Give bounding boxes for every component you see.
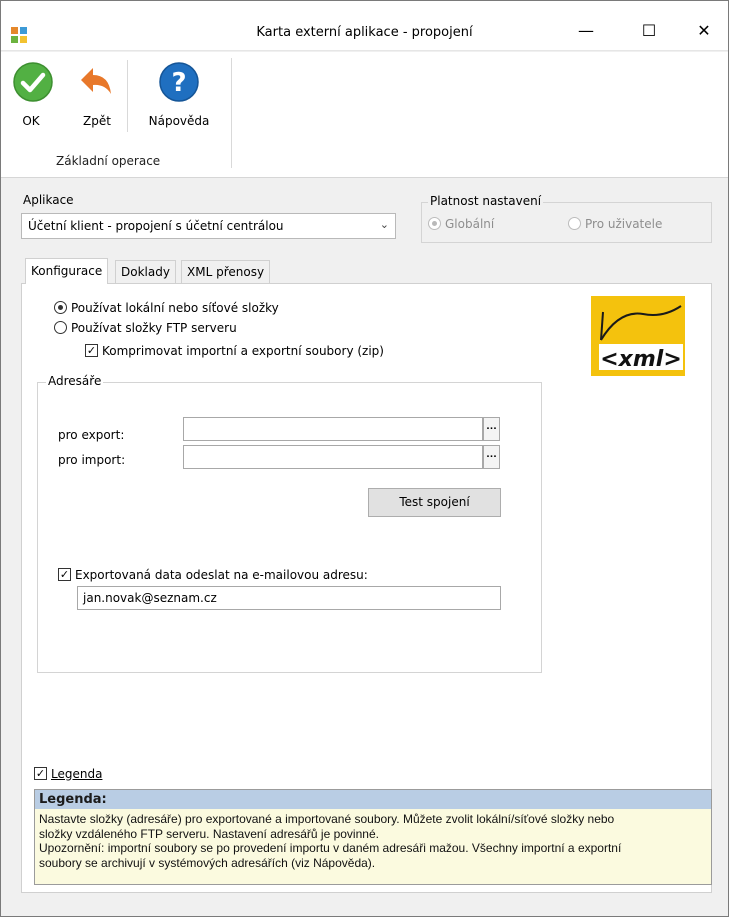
radio-indicator <box>54 301 67 314</box>
radio-ftp-folders[interactable]: Používat složky FTP serveru <box>54 320 237 335</box>
question-mark-icon: ? <box>157 60 201 104</box>
ok-label: OK <box>22 114 40 128</box>
legend-heading: Legenda: <box>35 790 711 809</box>
check-mark-icon: ✓ <box>85 344 98 357</box>
tab-xml-prenosy[interactable]: XML přenosy <box>181 260 271 283</box>
title-bar: Karta externí aplikace - propojení — ☐ ✕ <box>1 1 728 51</box>
platnost-legend: Platnost nastavení <box>428 194 544 208</box>
radio-indicator <box>54 321 67 334</box>
maximize-button[interactable]: ☐ <box>626 15 672 45</box>
ok-button[interactable]: OK <box>11 52 53 128</box>
ribbon-separator <box>127 60 128 132</box>
minimize-button[interactable]: — <box>563 15 609 45</box>
help-button[interactable]: ? Nápověda <box>139 52 219 128</box>
import-path-input[interactable] <box>183 445 483 469</box>
import-label: pro import: <box>58 453 126 467</box>
legend-text: Nastavte složky (adresáře) pro exportova… <box>35 809 711 873</box>
radio-local-folders[interactable]: Používat lokální nebo síťové složky <box>54 300 279 315</box>
radio-local-label: Používat lokální nebo síťové složky <box>71 300 279 315</box>
radio-pro-uzivatele-label: Pro uživatele <box>585 216 663 231</box>
close-button[interactable]: ✕ <box>681 15 727 45</box>
export-browse-button[interactable]: … <box>483 417 500 441</box>
legend-text-line: soubory se archivují v systémových adres… <box>39 855 376 870</box>
undo-arrow-icon <box>75 60 119 104</box>
svg-text:?: ? <box>171 68 186 98</box>
legenda-checkbox-label: Legenda <box>51 766 103 781</box>
radio-indicator <box>568 217 581 230</box>
ribbon-group-label: Základní operace <box>56 154 161 168</box>
import-browse-button[interactable]: … <box>483 445 500 469</box>
export-label: pro export: <box>58 428 125 442</box>
tab-doklady[interactable]: Doklady <box>115 260 176 283</box>
check-mark-icon: ✓ <box>58 568 71 581</box>
legend-text-line: složky vzdáleného FTP serveru. Nastavení… <box>39 826 379 841</box>
back-label: Zpět <box>83 114 111 128</box>
export-path-input[interactable] <box>183 417 483 441</box>
check-mark-icon: ✓ <box>34 767 47 780</box>
email-checkbox-label: Exportovaná data odeslat na e-mailovou a… <box>75 567 368 582</box>
ribbon-toolbar: OK Zpět ? Nápověda Základní operace <box>1 52 728 178</box>
help-label: Nápověda <box>148 114 210 128</box>
chevron-down-icon: ⌄ <box>379 218 389 231</box>
radio-indicator <box>428 217 441 230</box>
platnost-group: Platnost nastavení Globální Pro uživatel… <box>421 194 712 243</box>
radio-ftp-label: Používat složky FTP serveru <box>71 320 237 335</box>
legend-info-box: Legenda: Nastavte složky (adresáře) pro … <box>34 789 712 885</box>
legend-text-line: Nastavte složky (adresáře) pro exportova… <box>39 812 615 826</box>
compress-label: Komprimovat importní a exportní soubory … <box>102 343 384 358</box>
compress-checkbox[interactable]: ✓ Komprimovat importní a exportní soubory… <box>85 343 384 358</box>
radio-globalni[interactable]: Globální <box>428 216 494 231</box>
radio-pro-uzivatele[interactable]: Pro uživatele <box>568 216 662 231</box>
legenda-checkbox[interactable]: ✓ Legenda <box>34 766 102 781</box>
legend-text-line: Upozornění: importní soubory se po prove… <box>39 841 622 855</box>
aplikace-select[interactable]: Účetní klient - propojení s účetní centr… <box>21 213 396 239</box>
back-button[interactable]: Zpět <box>75 52 119 128</box>
ribbon-group-separator <box>231 58 232 168</box>
aplikace-label: Aplikace <box>23 193 74 207</box>
adresare-legend: Adresáře <box>46 374 104 388</box>
checkmark-icon <box>11 60 55 104</box>
xml-logo-icon: <xml> <box>591 296 685 376</box>
tab-konfigurace[interactable]: Konfigurace <box>25 258 109 284</box>
test-connection-button[interactable]: Test spojení <box>368 488 501 517</box>
aplikace-selected-value: Účetní klient - propojení s účetní centr… <box>28 219 284 233</box>
dialog-window: Karta externí aplikace - propojení — ☐ ✕… <box>0 0 729 917</box>
svg-text:<xml>: <xml> <box>600 347 682 372</box>
radio-globalni-label: Globální <box>445 216 495 231</box>
window-title: Karta externí aplikace - propojení <box>256 25 473 40</box>
email-input[interactable]: jan.novak@seznam.cz <box>77 586 501 610</box>
email-checkbox[interactable]: ✓ Exportovaná data odeslat na e-mailovou … <box>58 567 368 582</box>
